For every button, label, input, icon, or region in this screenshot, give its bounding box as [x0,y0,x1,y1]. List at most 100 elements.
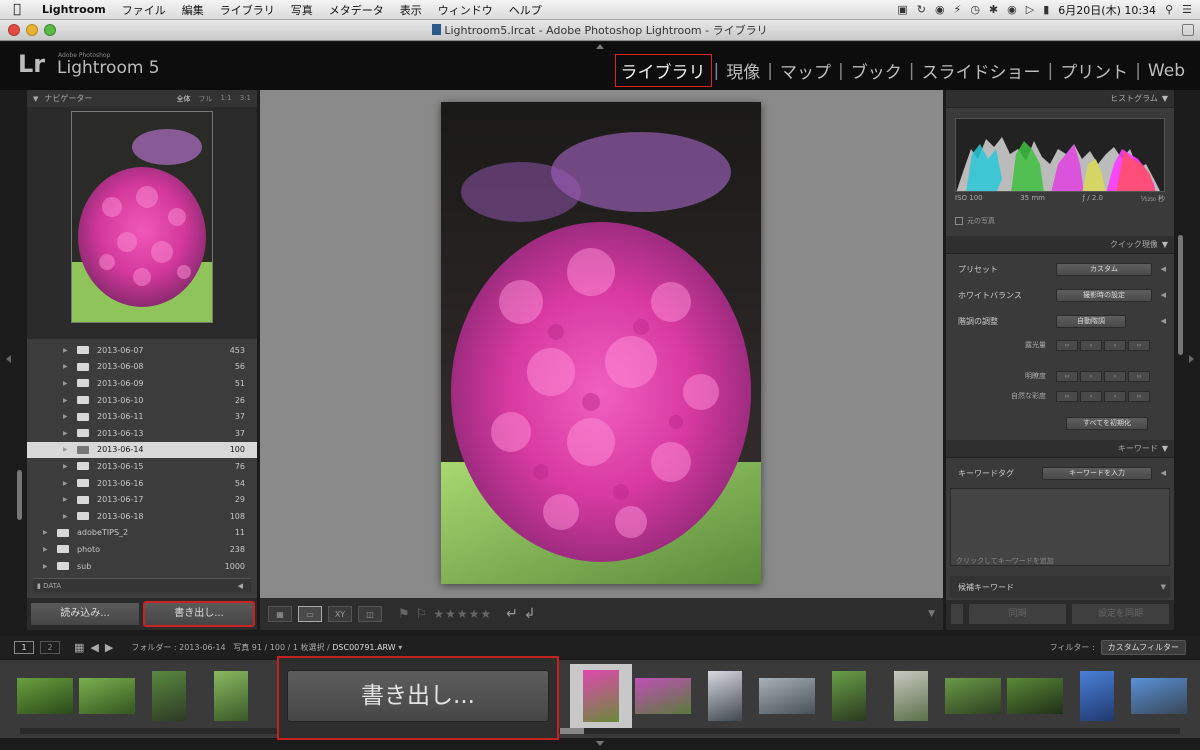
second-window-button[interactable]: 2 [40,640,60,654]
left-panel-scrollbar[interactable] [17,470,22,520]
navigator-header[interactable]: ▼ ナビゲーター 全体 フル 1:1 3:1 [27,90,257,107]
expand-triangle-icon[interactable]: ◀ [1161,469,1166,477]
collapse-triangle-icon[interactable]: ▼ [1161,583,1166,591]
right-panel-toggle[interactable] [1189,355,1194,363]
filmstrip-thumbnail[interactable] [1066,664,1128,728]
preset-dropdown[interactable]: カスタム [1056,262,1152,276]
flag-pick-icon[interactable]: ⚑ [398,607,410,622]
clarity-minus-big[interactable]: ‹‹ [1056,371,1078,382]
vibrance-minus[interactable]: ‹ [1080,391,1102,402]
zoom-1-1[interactable]: 1:1 [220,94,231,104]
filter-dropdown[interactable]: カスタムフィルター [1100,639,1186,655]
vibrance-minus-big[interactable]: ‹‹ [1056,391,1078,402]
bottom-panel-toggle[interactable] [596,741,604,746]
sync-button[interactable]: 同期 [968,603,1067,625]
disclosure-triangle-icon[interactable]: ▶ [63,480,68,487]
clarity-plus[interactable]: › [1104,371,1126,382]
compare-view-icon[interactable]: XY [328,606,352,622]
disclosure-triangle-icon[interactable]: ▶ [63,513,68,520]
export-button[interactable]: 書き出し... [143,601,255,627]
menu-library[interactable]: ライブラリ [212,2,283,18]
volume-icon[interactable]: ▷ [1026,3,1034,16]
folder-row[interactable]: ▶ 2013-06-14 100 [27,441,257,459]
auto-tone-button[interactable]: 自動階調 [1056,314,1126,328]
folder-row[interactable]: ▶ 2013-06-17 29 [27,491,257,508]
zoom-window-button[interactable] [44,24,56,36]
disclosure-triangle-icon[interactable]: ▶ [63,397,68,404]
menu-edit[interactable]: 編集 [174,2,212,18]
filmstrip-scroll-knob[interactable] [560,728,584,734]
clarity-minus[interactable]: ‹ [1080,371,1102,382]
rotate-left-icon[interactable]: ↵ [506,606,518,622]
module-develop[interactable]: 現像 [721,58,765,83]
quick-develop-header[interactable]: クイック現像 ▼ [946,236,1174,254]
spotlight-icon[interactable]: ⚲ [1165,3,1173,16]
collapse-triangle-icon[interactable]: ▼ [1162,240,1168,249]
loupe-view[interactable] [260,90,943,598]
disclosure-triangle-icon[interactable]: ▶ [63,446,68,453]
original-photo-toggle[interactable]: 元の写真 [955,216,995,226]
histogram-header[interactable]: ヒストグラム ▼ [946,90,1174,108]
notification-icon[interactable]: ☰ [1182,3,1192,16]
toolbar-menu-icon[interactable]: ▼ [928,609,935,619]
export-button-zoomed[interactable]: 書き出し... [287,670,549,722]
bluetooth-icon[interactable]: ✱ [989,3,998,16]
folder-row[interactable]: ▶ sub 1000 [27,558,257,575]
apple-icon[interactable]:  [0,2,34,17]
time-machine-icon[interactable]: ◷ [970,3,980,16]
grid-view-icon[interactable]: ▦ [268,606,292,622]
import-button[interactable]: 読み込み... [30,602,140,626]
folder-row[interactable]: ▶ 2013-06-15 76 [27,458,257,475]
minimize-window-button[interactable] [26,24,38,36]
source-path[interactable]: フォルダー : 2013-06-14 写真 91 / 100 / 1 枚選択 /… [131,642,402,653]
clock[interactable]: 6月20日(木) 10:34 [1058,2,1156,18]
disclosure-triangle-icon[interactable]: ▶ [63,496,68,503]
flag-reject-icon[interactable]: ⚐ [416,607,428,622]
module-book[interactable]: ブック [846,58,907,83]
filmstrip-thumbnail[interactable] [756,664,818,728]
exposure-plus-big[interactable]: ›› [1128,340,1150,351]
expand-triangle-icon[interactable]: ◀ [1161,317,1166,325]
filmstrip-thumbnail[interactable] [200,664,262,728]
filmstrip-thumbnail[interactable] [694,664,756,728]
filmstrip-thumbnail[interactable] [76,664,138,728]
expand-triangle-icon[interactable]: ◀ [1161,265,1166,273]
forward-arrow-icon[interactable]: ▶ [105,641,113,654]
keyword-input-area[interactable] [950,488,1170,566]
grid-icon[interactable]: ▦ [74,641,84,654]
disclosure-triangle-icon[interactable]: ▶ [43,529,48,536]
zoom-fill[interactable]: フル [198,94,212,104]
folder-row[interactable]: ▶ 2013-06-09 51 [27,375,257,392]
filmstrip-thumbnail[interactable] [570,664,632,728]
disclosure-triangle-icon[interactable]: ▶ [43,563,48,570]
rotate-right-icon[interactable]: ↲ [524,606,536,622]
disclosure-triangle-icon[interactable]: ▶ [63,463,68,470]
collapse-triangle-icon[interactable]: ▼ [33,95,38,103]
fullscreen-button[interactable] [1182,24,1194,36]
main-photo[interactable] [441,102,761,584]
top-panel-toggle[interactable] [596,44,604,49]
vibrance-plus-big[interactable]: ›› [1128,391,1150,402]
rating-stars[interactable]: ★★★★★ [433,607,492,621]
keyword-tag-dropdown[interactable]: キーワードを入力 [1042,466,1152,480]
module-web[interactable]: Web [1143,61,1190,81]
filmstrip-thumbnail[interactable] [138,664,200,728]
filmstrip-thumbnail[interactable] [818,664,880,728]
filmstrip-thumbnail[interactable] [880,664,942,728]
collapse-triangle-icon[interactable]: ◀ [238,579,243,593]
sync-toggle-switch[interactable] [950,603,964,625]
back-arrow-icon[interactable]: ◀ [90,641,98,654]
folder-row[interactable]: ▶ adobeTIPS_2 11 [27,525,257,542]
data-volume[interactable]: ▮ DATA ◀ [33,578,251,592]
folder-row[interactable]: ▶ photo 238 [27,541,257,558]
close-window-button[interactable] [8,24,20,36]
module-slideshow[interactable]: スライドショー [916,58,1045,83]
menu-file[interactable]: ファイル [114,2,174,18]
navigator-preview[interactable] [27,107,257,339]
wifi-icon[interactable]: ◉ [1007,3,1017,16]
disclosure-triangle-icon[interactable]: ▶ [63,363,68,370]
folder-row[interactable]: ▶ 2013-06-08 56 [27,359,257,376]
filmstrip-thumbnail[interactable] [14,664,76,728]
menu-app[interactable]: Lightroom [34,3,114,16]
zoom-3-1[interactable]: 3:1 [240,94,251,104]
